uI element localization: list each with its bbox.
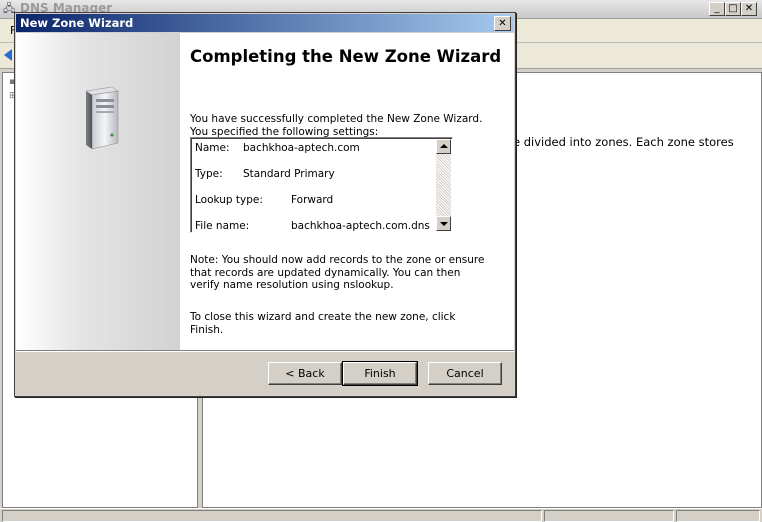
scroll-down-button[interactable]: [436, 216, 451, 231]
wizard-body: Completing the New Zone Wizard You have …: [16, 33, 514, 350]
wizard-titlebar[interactable]: New Zone Wizard ✕: [16, 14, 514, 32]
back-button[interactable]: < Back: [268, 362, 342, 385]
wizard-heading: Completing the New Zone Wizard: [190, 47, 502, 66]
wizard-close-button[interactable]: ✕: [494, 16, 511, 31]
details-description: e divided into zones. Each zone stores: [513, 135, 734, 149]
status-pane-main: [2, 510, 542, 522]
scroll-track[interactable]: [436, 154, 451, 216]
setting-label: File name:: [195, 220, 250, 232]
status-bar: [0, 508, 762, 522]
setting-label: Name:: [195, 142, 230, 154]
cancel-button[interactable]: Cancel: [428, 362, 502, 385]
wizard-button-separator: [16, 350, 514, 352]
close-button[interactable]: ✕: [741, 2, 757, 16]
back-arrow-icon[interactable]: [4, 49, 12, 61]
minimize-button[interactable]: _: [709, 2, 725, 16]
finish-button[interactable]: Finish: [342, 361, 418, 386]
status-pane-3: [676, 510, 760, 522]
status-pane-2: [544, 510, 674, 522]
wizard-note-text: Note: You should now add records to the …: [190, 254, 485, 291]
scroll-down-icon: [440, 222, 448, 226]
setting-label: Lookup type:: [195, 194, 263, 206]
settings-scrollbar[interactable]: [436, 139, 451, 231]
maximize-button[interactable]: □: [725, 2, 741, 16]
server-icon: [85, 86, 119, 150]
settings-summary-box[interactable]: Name: bachkhoa-aptech.com Type: Standard…: [190, 137, 453, 233]
wizard-intro-text: You have successfully completed the New …: [190, 113, 483, 138]
setting-label: Type:: [195, 168, 223, 180]
wizard-title: New Zone Wizard: [20, 16, 134, 30]
wizard-closing-text: To close this wizard and create the new …: [190, 311, 456, 336]
setting-value: bachkhoa-aptech.com.dns: [291, 220, 430, 232]
scroll-up-icon: [440, 144, 448, 148]
setting-value: bachkhoa-aptech.com: [243, 142, 360, 154]
setting-value: Forward: [291, 194, 334, 206]
scroll-up-button[interactable]: [436, 139, 451, 154]
wizard-side-panel: [16, 33, 180, 350]
setting-value: Standard Primary: [243, 168, 335, 180]
new-zone-wizard-dialog: New Zone Wizard ✕ Completing the New Zon…: [14, 12, 516, 397]
